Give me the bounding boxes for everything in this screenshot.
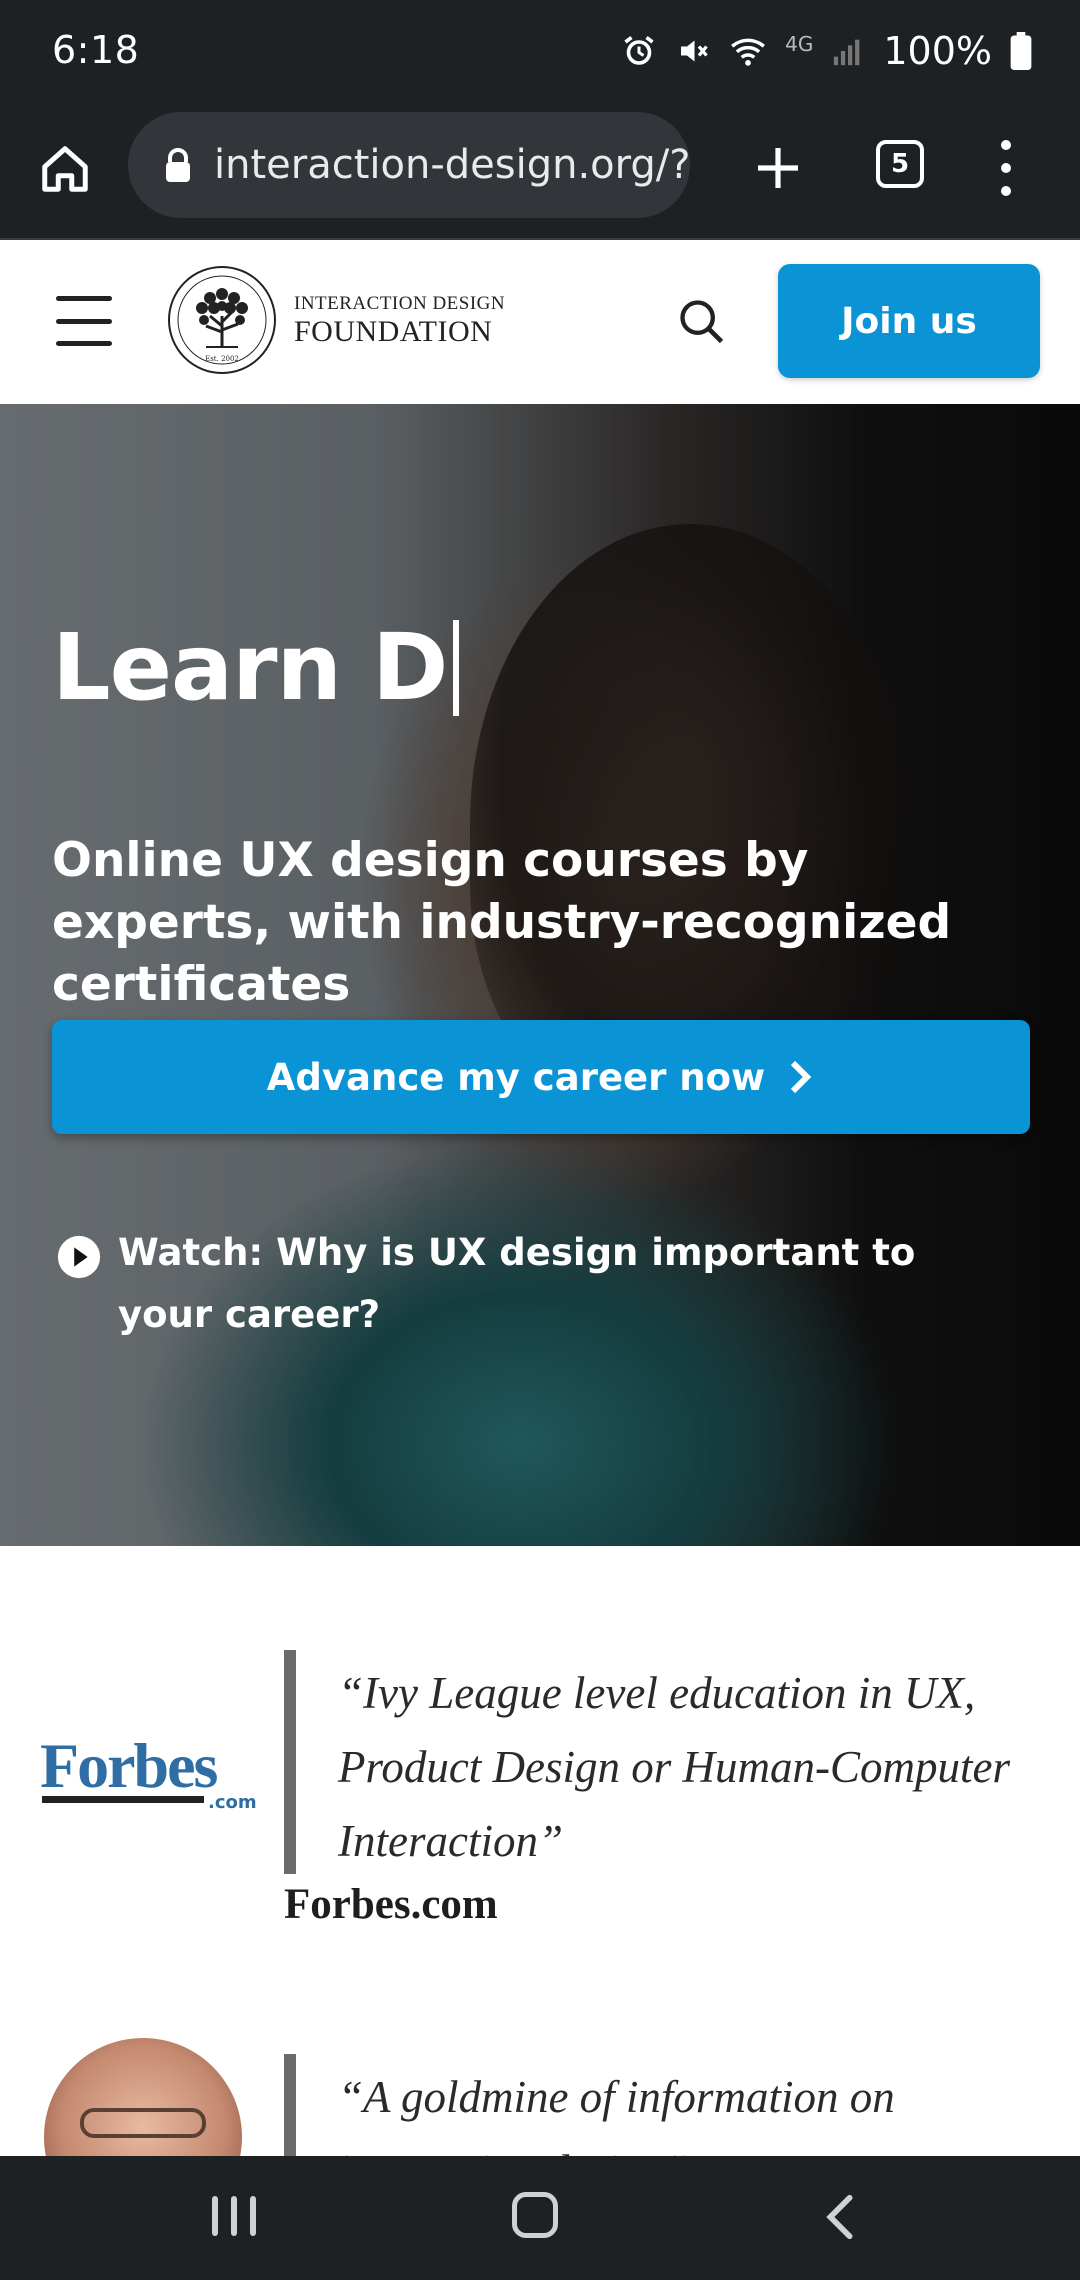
browser-toolbar: interaction-design.org/?u 5 <box>0 104 1080 240</box>
status-icons: 4G 100% <box>621 26 1032 76</box>
hero-subtitle: Online UX design courses by experts, wit… <box>52 833 952 1012</box>
tabs-button[interactable]: 5 <box>876 140 924 188</box>
search-icon[interactable] <box>676 296 728 348</box>
mute-icon <box>681 40 708 62</box>
chevron-right-icon <box>791 1060 812 1094</box>
advance-career-button[interactable]: Advance my career now <box>52 1020 1030 1134</box>
url-text: interaction-design.org/?u <box>214 142 690 188</box>
quote-bar <box>284 2054 296 2156</box>
typing-cursor <box>453 619 460 716</box>
home-icon <box>42 146 88 192</box>
testimonial-quote: “A goldmine of information on interactio… <box>338 2072 895 2156</box>
join-us-button[interactable]: Join us <box>778 264 1040 378</box>
status-bar: 6:18 4G 100% <box>0 0 1080 104</box>
testimonials-section: Forbes .com “Ivy League level education … <box>0 1546 1080 2156</box>
plus-icon <box>758 148 798 188</box>
recent-apps-icon[interactable] <box>212 2196 256 2240</box>
logo-emblem[interactable]: Est. 2002 <box>166 264 278 376</box>
home-nav-icon[interactable] <box>512 2192 558 2238</box>
watch-video-link[interactable]: Watch: Why is UX design important to you… <box>56 1222 976 1346</box>
alarm-icon <box>624 36 654 65</box>
address-bar[interactable]: interaction-design.org/?u <box>128 112 690 218</box>
more-vert-icon[interactable] <box>984 132 1028 204</box>
home-button[interactable] <box>30 134 100 204</box>
hero-title: Learn D <box>52 614 460 721</box>
logo-line2: FOUNDATION <box>294 315 493 348</box>
wifi-icon <box>731 38 766 66</box>
avatar <box>44 2038 242 2156</box>
testimonial-quote: “Ivy League level education in UX, Produ… <box>338 1668 1011 1866</box>
battery-percent: 100% <box>883 29 992 73</box>
battery-icon <box>1010 32 1032 70</box>
cta-label: Advance my career now <box>266 1055 766 1099</box>
navigation-bar <box>0 2156 1080 2280</box>
logo-emblem-caption: Est. 2002 <box>205 355 239 363</box>
menu-icon[interactable] <box>56 296 112 346</box>
testimonial-source: Forbes.com <box>284 1881 498 1928</box>
hero-section: Learn D Online UX design courses by expe… <box>0 404 1080 1546</box>
hero-title-text: Learn D <box>52 614 448 721</box>
forbes-wordmark: Forbes <box>40 1730 218 1801</box>
forbes-com: .com <box>208 1792 257 1813</box>
lock-icon <box>164 148 192 182</box>
logo-text[interactable]: INTERACTION DESIGN FOUNDATION <box>294 294 505 347</box>
play-icon <box>57 1235 101 1279</box>
logo-line1: INTERACTION DESIGN <box>294 293 506 314</box>
signal-icon <box>834 39 860 66</box>
watch-label: Watch: Why is UX design important to you… <box>118 1231 916 1336</box>
new-tab-button[interactable] <box>740 130 816 206</box>
site-header: Est. 2002 INTERACTION DESIGN FOUNDATION … <box>0 240 1080 404</box>
back-icon[interactable] <box>820 2192 860 2242</box>
status-time: 6:18 <box>52 28 140 72</box>
quote-bar <box>284 1650 296 1874</box>
network-type: 4G <box>785 32 814 56</box>
forbes-logo: Forbes .com <box>40 1730 257 1814</box>
